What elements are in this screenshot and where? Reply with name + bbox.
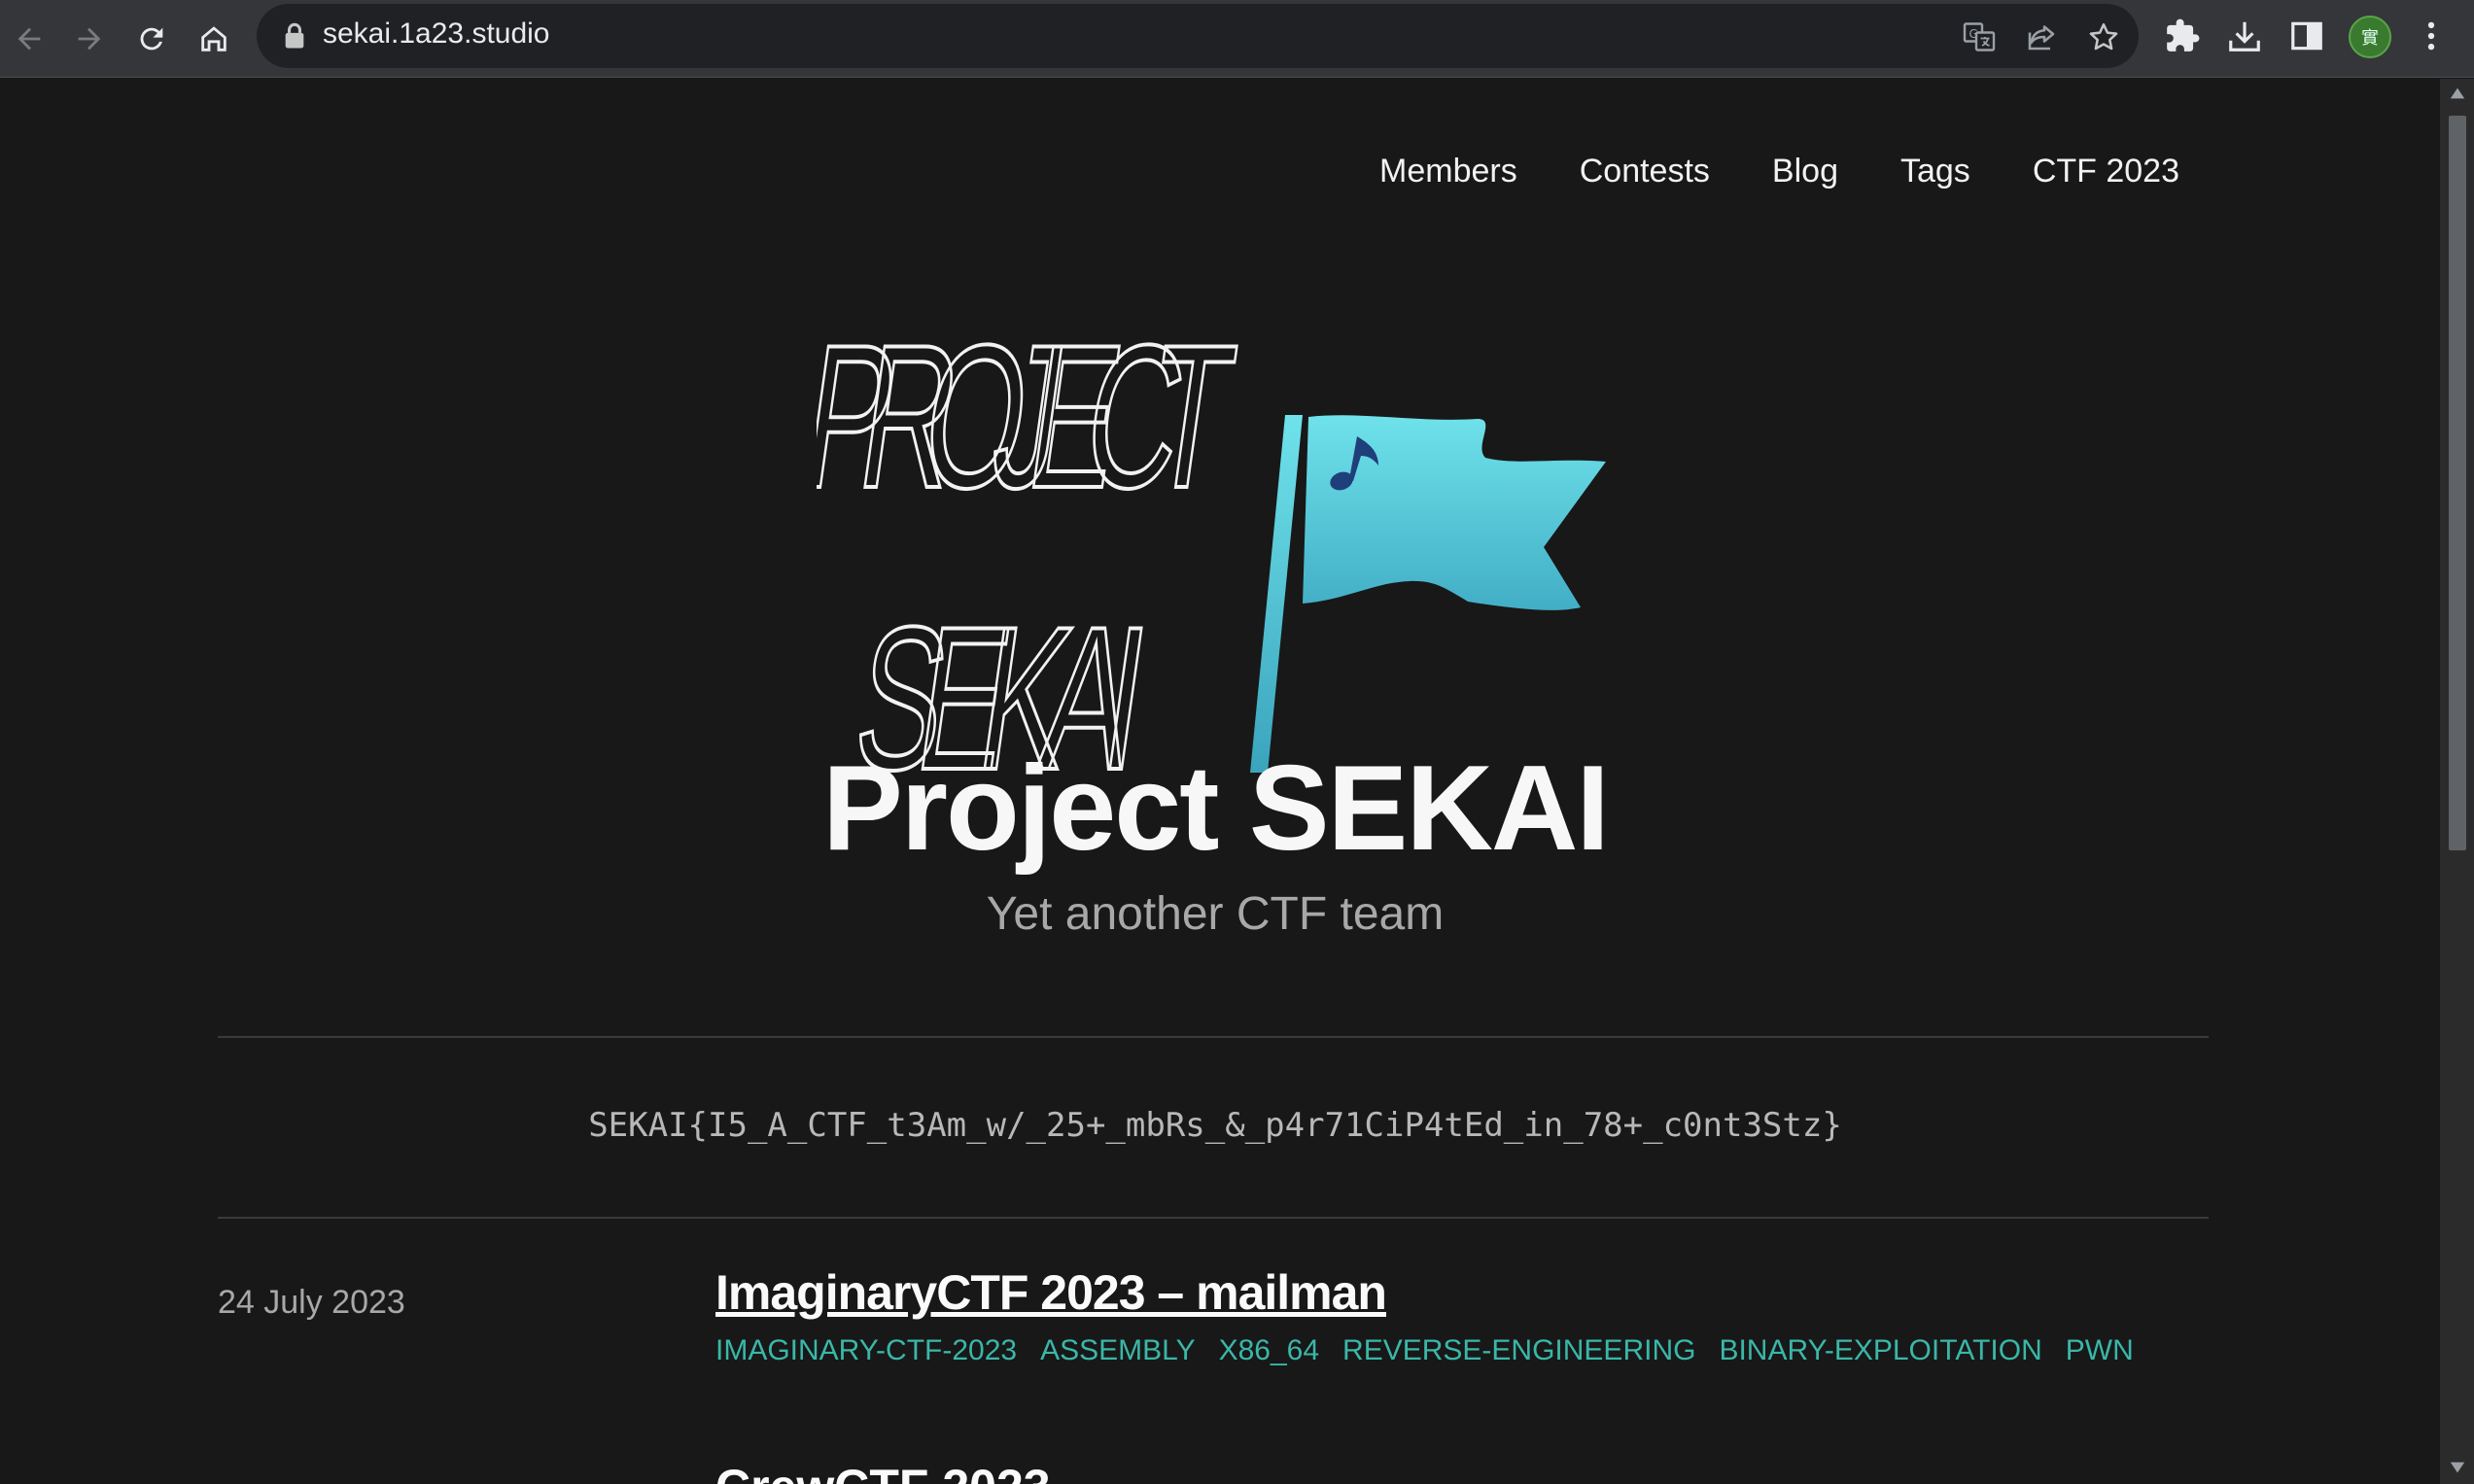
translate-icon[interactable]: G xyxy=(1962,19,1997,54)
tag-binary-exploitation[interactable]: BINARY-EXPLOITATION xyxy=(1719,1334,2041,1367)
tag-assembly[interactable]: ASSEMBLY xyxy=(1040,1334,1196,1367)
browser-toolbar: sekai.1a23.studio G 實 xyxy=(0,0,2474,78)
scrollbar-thumb[interactable] xyxy=(2449,116,2466,850)
scroll-up-arrow-icon[interactable] xyxy=(2449,85,2466,102)
tag-pwn[interactable]: PWN xyxy=(2066,1334,2134,1367)
nav-ctf-2023[interactable]: CTF 2023 xyxy=(2033,153,2179,190)
lock-icon xyxy=(285,22,304,49)
back-button[interactable] xyxy=(4,14,54,64)
reload-icon xyxy=(140,27,163,51)
flag-banner xyxy=(1303,415,1606,610)
scroll-down-arrow-icon[interactable] xyxy=(2449,1459,2466,1476)
back-icon xyxy=(17,27,41,51)
home-icon xyxy=(201,26,226,52)
post-date: 24 July 2023 xyxy=(218,1284,405,1321)
divider-bottom xyxy=(218,1217,2209,1219)
nav-members[interactable]: Members xyxy=(1379,153,1517,190)
post-tags: IMAGINARY-CTF-2023 ASSEMBLY X86_64 REVER… xyxy=(715,1334,2134,1367)
next-post-title-link[interactable]: CrewCTF 2023 xyxy=(715,1459,1051,1484)
tag-x86-64[interactable]: X86_64 xyxy=(1219,1334,1319,1367)
forward-icon xyxy=(78,27,101,51)
profile-avatar[interactable]: 實 xyxy=(2349,16,2391,58)
divider-top xyxy=(218,1036,2209,1038)
post-title-link[interactable]: ImaginaryCTF 2023 – mailman xyxy=(715,1264,1387,1321)
site-title: Project SEKAI xyxy=(822,742,1610,876)
download-icon[interactable] xyxy=(2226,17,2263,54)
forward-button[interactable] xyxy=(64,14,115,64)
site-subtitle: Yet another CTF team xyxy=(986,888,1445,940)
flag-string: SEKAI{I5_A_CTF_t3Am_w/_25+_mbRs_&_p4r71C… xyxy=(588,1106,1842,1145)
share-icon[interactable] xyxy=(2024,19,2059,54)
flag-pole xyxy=(1250,415,1303,773)
page-scrollbar[interactable] xyxy=(2440,79,2474,1484)
menu-icon[interactable] xyxy=(2413,17,2450,54)
avatar-initial: 實 xyxy=(2361,28,2379,49)
logo-text-project: PROJECT xyxy=(817,322,1246,531)
nav-contests[interactable]: Contests xyxy=(1580,153,1710,190)
url-text[interactable]: sekai.1a23.studio xyxy=(323,17,550,51)
page-viewport: Members Contests Blog Tags CTF 2023 PROJ… xyxy=(0,79,2440,1484)
tag-imaginary-ctf-2023[interactable]: IMAGINARY-CTF-2023 xyxy=(715,1334,1017,1367)
project-sekai-logo[interactable]: PROJECT SEKAI xyxy=(817,322,1614,788)
star-icon[interactable] xyxy=(2086,19,2121,54)
nav-blog[interactable]: Blog xyxy=(1772,153,1838,190)
reload-button[interactable] xyxy=(126,14,177,64)
nav-tags[interactable]: Tags xyxy=(1900,153,1970,190)
site-nav: Members Contests Blog Tags CTF 2023 xyxy=(1379,153,2179,190)
extensions-icon[interactable] xyxy=(2164,17,2201,54)
side-panel-icon[interactable] xyxy=(2288,17,2325,54)
tag-reverse-engineering[interactable]: REVERSE-ENGINEERING xyxy=(1342,1334,1695,1367)
address-bar[interactable]: sekai.1a23.studio G xyxy=(257,4,2139,68)
home-button[interactable] xyxy=(189,14,239,64)
